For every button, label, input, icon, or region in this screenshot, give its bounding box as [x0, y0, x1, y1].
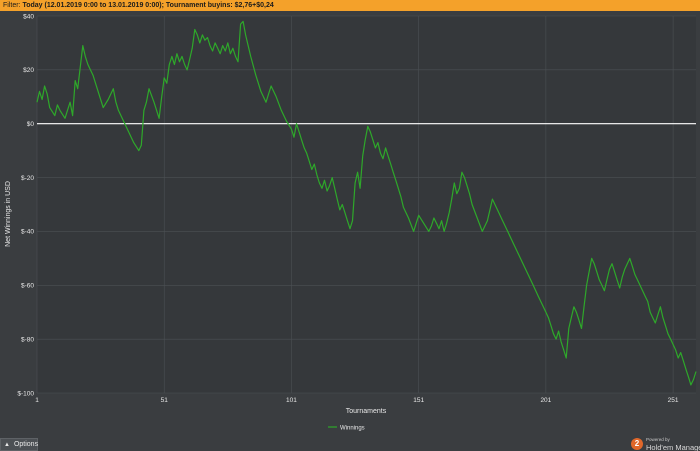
x-tick-label: 251 [668, 397, 679, 404]
y-tick-label: $-20 [21, 175, 34, 182]
y-tick-label: $-40 [21, 229, 34, 236]
bottom-bar: ▲ Options 2 Powered by Hold'em Manager [0, 435, 700, 451]
chevron-up-icon: ▲ [4, 442, 10, 448]
legend: Winnings [328, 426, 365, 432]
legend-label-winnings: Winnings [340, 426, 365, 432]
filter-value[interactable]: Today (12.01.2019 0:00 to 13.01.2019 0:0… [22, 2, 273, 9]
x-tick-label: 201 [540, 397, 551, 404]
y-tick-label: $40 [23, 13, 34, 20]
chart-svg: $40$20$0$-20$-40$-60$-80$-100 1 51 101 151 2… [5, 13, 697, 432]
y-axis-title: Net Winnings in USD [5, 181, 12, 247]
y-tick-label: $0 [27, 121, 35, 128]
y-tick-label: $20 [23, 67, 34, 74]
brand-powered-by: Powered by [646, 437, 670, 442]
branding: 2 Powered by Hold'em Manager [631, 437, 700, 451]
filter-label: Filter: [3, 2, 21, 9]
x-tick-label: 101 [286, 397, 297, 404]
hem2-logo-icon: 2 [631, 438, 643, 450]
filter-bar[interactable]: Filter: Today (12.01.2019 0:00 to 13.01.… [0, 0, 700, 11]
plot-area [37, 16, 696, 393]
winnings-chart: $40 $20 $0 $-20 $-40 $-60 $-80 $-100 1 51 101 151 2… [0, 11, 700, 435]
x-axis-title: Tournaments [346, 408, 387, 415]
brand-name: Hold'em Manager [646, 443, 700, 451]
y-axis-ticks: $40 $20 $0 $-20 $-40 $-60 $-80 $-100 [17, 13, 34, 397]
y-tick-label: $-80 [21, 336, 34, 343]
y-tick-label: $-60 [21, 283, 34, 290]
y-tick-label: $-100 [17, 390, 34, 397]
options-label: Options [13, 441, 39, 448]
report-window: Filter: Today (12.01.2019 0:00 to 13.01.… [0, 0, 700, 451]
x-tick-label: 151 [413, 397, 424, 404]
x-tick-label: 51 [161, 397, 169, 404]
x-axis-ticks: 1 51 101 151 201 251 [35, 397, 679, 404]
options-button[interactable]: ▲ Options [0, 438, 38, 451]
x-tick-label: 1 [35, 397, 39, 404]
